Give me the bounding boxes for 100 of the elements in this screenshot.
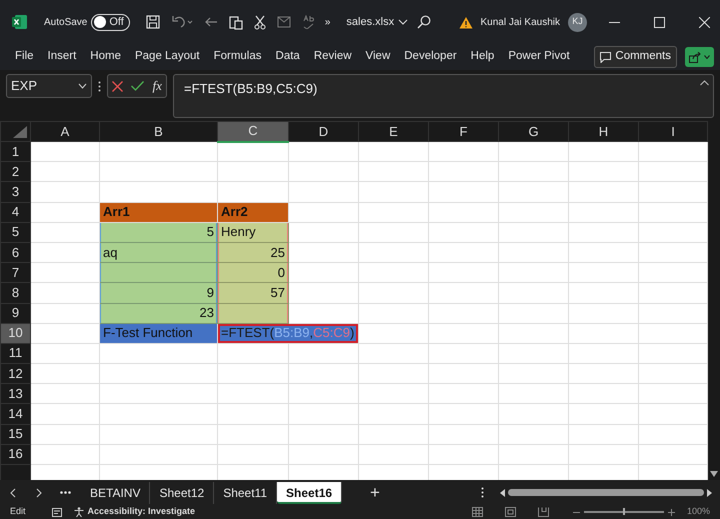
ribbon-tab[interactable]: Page Layout — [128, 46, 207, 68]
zoom-level[interactable]: 100% — [686, 505, 710, 519]
save-icon[interactable] — [146, 15, 160, 29]
share-icon — [689, 52, 701, 62]
more-sheets-icon[interactable] — [60, 491, 71, 494]
more-options-icon[interactable] — [98, 81, 101, 92]
column-header[interactable]: A — [30, 122, 100, 142]
cancel-icon[interactable] — [112, 80, 124, 92]
row-header[interactable]: 2 — [0, 162, 30, 182]
collapse-icon[interactable] — [700, 80, 709, 86]
row-header[interactable]: 10 — [0, 323, 30, 344]
table-cell: aq — [100, 242, 218, 263]
table-cell: 23 — [100, 303, 218, 324]
scroll-right-icon[interactable] — [707, 488, 712, 496]
table-cell — [218, 303, 288, 324]
previous-sheet-icon[interactable] — [10, 488, 16, 498]
column-header[interactable]: H — [568, 122, 638, 142]
cell-mode-icon — [52, 508, 62, 516]
ribbon-tab[interactable]: Data — [268, 46, 307, 68]
accessibility-status[interactable]: Accessibility: Investigate — [88, 505, 196, 519]
ribbon-tab[interactable]: Help — [464, 46, 502, 68]
maximize-icon[interactable] — [654, 16, 665, 28]
column-header[interactable]: G — [498, 122, 568, 142]
column-header[interactable]: B — [100, 122, 218, 142]
row-header[interactable]: 14 — [0, 404, 30, 424]
table-cell: 9 — [100, 282, 218, 303]
insert-function-button[interactable]: fx — [152, 76, 162, 96]
user-name: Kunal Jai Kaushik — [480, 16, 560, 30]
column-header[interactable]: I — [638, 122, 708, 142]
formula-cell[interactable]: =FTEST(B5:B9,C5:C9) — [218, 323, 358, 344]
table-cell: 57 — [218, 282, 288, 303]
header-cell: Arr2 — [218, 202, 288, 222]
page-break-icon[interactable] — [538, 507, 549, 517]
ribbon-tab[interactable]: Review — [306, 46, 359, 68]
ribbon-tab[interactable]: View — [358, 46, 398, 68]
sheet-tab[interactable]: BETAINV — [81, 482, 150, 504]
sheet-tab[interactable]: Sheet16 — [277, 482, 342, 504]
table-cell: 5 — [100, 222, 218, 242]
enter-check-icon[interactable] — [131, 81, 144, 91]
file-name-button[interactable]: sales.xlsx — [346, 14, 408, 30]
row-header[interactable]: 8 — [0, 282, 30, 303]
row-header[interactable]: 13 — [0, 384, 30, 404]
ribbon-tab[interactable]: Insert — [40, 46, 84, 68]
formula-field[interactable]: =FTEST(B5:B9,C5:C9) — [173, 74, 714, 118]
comment-icon — [600, 52, 612, 62]
undo-icon[interactable] — [170, 15, 193, 29]
warning-icon — [458, 16, 472, 28]
row-header[interactable]: 1 — [0, 142, 30, 162]
share-button[interactable] — [685, 47, 714, 67]
search-icon[interactable] — [416, 15, 430, 29]
ribbon-tab[interactable]: File — [8, 46, 41, 68]
back-arrow-icon[interactable] — [204, 16, 218, 28]
horizontal-scroll-thumb[interactable] — [508, 489, 704, 496]
row-header[interactable]: 6 — [0, 242, 30, 263]
accessibility-icon — [74, 507, 84, 517]
close-icon[interactable] — [699, 16, 710, 28]
row-header[interactable]: 9 — [0, 303, 30, 324]
next-sheet-icon[interactable] — [36, 488, 42, 498]
comments-button[interactable]: Comments — [594, 46, 677, 68]
more-commands-button[interactable]: » — [324, 14, 330, 30]
table-cell: 0 — [218, 262, 288, 283]
row-header[interactable]: 12 — [0, 364, 30, 384]
column-header[interactable]: E — [358, 122, 428, 142]
name-box[interactable]: EXP — [6, 74, 92, 98]
page-layout-icon[interactable] — [504, 507, 516, 517]
ribbon-tab[interactable]: Formulas — [206, 46, 269, 68]
add-sheet-button[interactable]: + — [364, 483, 386, 502]
column-header[interactable]: C — [218, 122, 288, 142]
autosave-toggle[interactable]: Off — [91, 14, 130, 30]
zoom-in-icon[interactable] — [668, 508, 675, 516]
normal-view-icon[interactable] — [472, 507, 483, 517]
envelope-icon[interactable] — [276, 16, 291, 28]
row-header[interactable]: 16 — [0, 444, 30, 464]
cut-icon[interactable] — [254, 14, 266, 30]
splitter-icon[interactable] — [481, 487, 484, 498]
select-all-icon[interactable] — [13, 126, 27, 138]
column-header[interactable]: D — [288, 122, 358, 142]
ribbon-tab[interactable]: Power Pivot — [501, 46, 577, 68]
zoom-slider-thumb[interactable] — [622, 508, 625, 515]
ribbon-tab[interactable]: Home — [83, 46, 128, 68]
caret-icon — [78, 83, 87, 89]
row-header[interactable]: 15 — [0, 424, 30, 444]
row-header[interactable]: 7 — [0, 262, 30, 283]
avatar[interactable]: KJ — [568, 12, 587, 32]
row-header[interactable]: 5 — [0, 222, 30, 242]
scroll-down-icon[interactable] — [710, 471, 718, 477]
sheet-tab[interactable]: Sheet12 — [150, 482, 214, 504]
column-header[interactable]: F — [428, 122, 498, 142]
spelling-icon[interactable] — [302, 15, 314, 29]
table-cell: F-Test Function — [100, 323, 218, 344]
caret-icon — [398, 19, 408, 25]
ribbon-tab[interactable]: Developer — [397, 46, 464, 68]
row-header[interactable]: 4 — [0, 202, 30, 222]
caret-icon — [704, 55, 710, 59]
header-cell: Arr1 — [100, 202, 218, 222]
row-header[interactable]: 11 — [0, 343, 30, 364]
row-header[interactable]: 3 — [0, 182, 30, 202]
scroll-left-icon[interactable] — [500, 488, 505, 496]
autosave-label: AutoSave — [44, 16, 88, 30]
paste-icon[interactable] — [228, 14, 243, 30]
